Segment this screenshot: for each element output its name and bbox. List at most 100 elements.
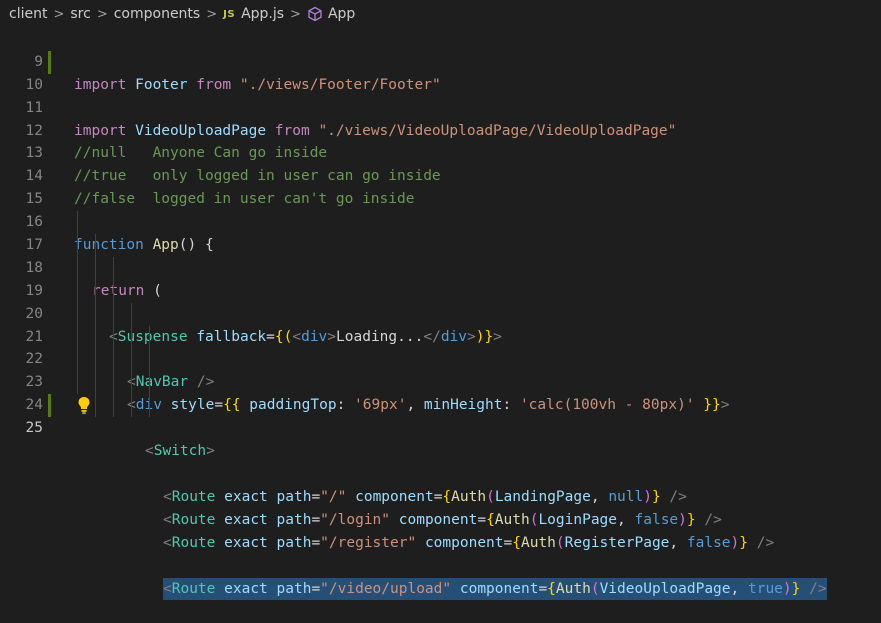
- punctuation: />: [660, 488, 687, 505]
- code-editor[interactable]: 9 import Footer from "./views/Footer/Foo…: [0, 28, 881, 601]
- code-line[interactable]: 10 import VideoUploadPage from "./views/…: [0, 50, 881, 139]
- attribute: component: [398, 511, 478, 528]
- bracket: {: [486, 511, 495, 528]
- bracket: }: [686, 511, 696, 528]
- indent-guide: [77, 211, 78, 235]
- breadcrumb: client > src > components > JS App.js > …: [0, 0, 881, 28]
- code-line[interactable]: 16 function App() {: [0, 188, 881, 253]
- indent-guide: [77, 371, 78, 395]
- punctuation: =: [311, 580, 321, 597]
- indent-guide: [131, 302, 132, 326]
- code-line[interactable]: 15: [0, 165, 881, 207]
- breadcrumb-item-symbol[interactable]: App: [328, 6, 355, 22]
- punctuation: <: [163, 488, 172, 505]
- punctuation: =: [433, 488, 443, 505]
- attribute: path: [276, 580, 312, 597]
- punctuation: ,: [669, 534, 687, 551]
- attribute: component: [355, 488, 434, 505]
- code-line[interactable]: 11: [0, 74, 881, 116]
- punctuation: <: [163, 580, 172, 597]
- indent-guide: [77, 256, 78, 280]
- code-line[interactable]: 20 <div style={{ paddingTop: '69px', min…: [0, 279, 881, 413]
- identifier: LoginPage: [538, 511, 618, 528]
- punctuation: =: [311, 511, 321, 528]
- indent-guide: [149, 394, 150, 418]
- code-line[interactable]: 23 <Route exact path="/login" component=…: [0, 348, 881, 528]
- indent-guide: [113, 279, 114, 303]
- indent-guide: [113, 256, 114, 280]
- code-line[interactable]: 19 <NavBar />: [0, 256, 881, 390]
- identifier: VideoUploadPage: [599, 580, 731, 597]
- bracket: ): [643, 488, 652, 505]
- code-line[interactable]: 18 <Suspense fallback={(<div>Loading...<…: [0, 234, 881, 345]
- indent-guide: [95, 371, 96, 395]
- punctuation: <: [163, 534, 172, 551]
- code-line[interactable]: 14 //false logged in user can't go insid…: [0, 142, 881, 207]
- indent-guide: [95, 302, 96, 326]
- punctuation: =: [311, 534, 321, 551]
- bracket: {: [442, 488, 452, 505]
- string: "/video/upload": [320, 580, 452, 597]
- breadcrumb-item-src[interactable]: src: [70, 6, 90, 22]
- bracket: }: [791, 580, 801, 597]
- literal: false: [634, 511, 679, 528]
- indent-guide: [113, 325, 114, 349]
- breadcrumb-item-components[interactable]: components: [114, 6, 201, 22]
- attribute: path: [276, 488, 312, 505]
- indent-guide: [77, 302, 78, 326]
- attribute: path: [276, 511, 312, 528]
- lightbulb-icon[interactable]: [76, 395, 92, 415]
- attribute: path: [276, 534, 312, 551]
- string: "/": [320, 488, 347, 505]
- indent-guide: [131, 371, 132, 395]
- indent-guide: [113, 394, 114, 418]
- punctuation: <: [145, 443, 154, 460]
- jsx-tag: Route: [171, 511, 216, 528]
- bracket: ): [782, 580, 792, 597]
- indent-guide: [149, 325, 150, 349]
- function-name: Auth: [494, 511, 530, 528]
- chevron-right-icon: >: [206, 6, 218, 22]
- code-line[interactable]: 22 <Route exact path="/" component={Auth…: [0, 325, 881, 505]
- identifier: RegisterPage: [564, 534, 670, 551]
- indent-guide: [95, 279, 96, 303]
- attribute: component: [424, 534, 504, 551]
- string: "/login": [320, 511, 391, 528]
- code-line[interactable]: 9 import Footer from "./views/Footer/Foo…: [0, 28, 881, 93]
- indent-guide: [113, 371, 114, 395]
- attribute: exact: [224, 580, 268, 597]
- attribute: exact: [224, 534, 268, 551]
- indent-guide: [131, 348, 132, 372]
- bracket: ): [678, 511, 687, 528]
- bracket: (: [529, 511, 539, 528]
- code-line[interactable]: 12 //null Anyone Can go inside: [0, 97, 881, 162]
- breadcrumb-item-file[interactable]: App.js: [241, 6, 284, 22]
- bracket: {: [547, 580, 556, 597]
- breadcrumb-item-client[interactable]: client: [9, 6, 47, 22]
- jsx-tag: Switch: [153, 443, 207, 460]
- bracket: }: [739, 534, 748, 551]
- code-line-active[interactable]: 25 <Route exact path="/video/upload" com…: [0, 394, 881, 601]
- indent-guide: [149, 371, 150, 395]
- code-line[interactable]: 24 <Route exact path="/register" compone…: [0, 371, 881, 551]
- identifier: LandingPage: [494, 488, 591, 505]
- indent-guide: [77, 279, 78, 303]
- punctuation: <: [163, 511, 172, 528]
- function-name: Auth: [451, 488, 487, 505]
- indent-guide: [113, 302, 114, 326]
- punctuation: =: [311, 488, 321, 505]
- attribute: exact: [224, 511, 268, 528]
- function-name: Auth: [520, 534, 556, 551]
- code-line[interactable]: 21 <Switch>: [0, 302, 881, 459]
- attribute: component: [459, 580, 539, 597]
- code-line[interactable]: 13 //true only logged in user can go ins…: [0, 120, 881, 184]
- code-line[interactable]: 17 return (: [0, 211, 881, 299]
